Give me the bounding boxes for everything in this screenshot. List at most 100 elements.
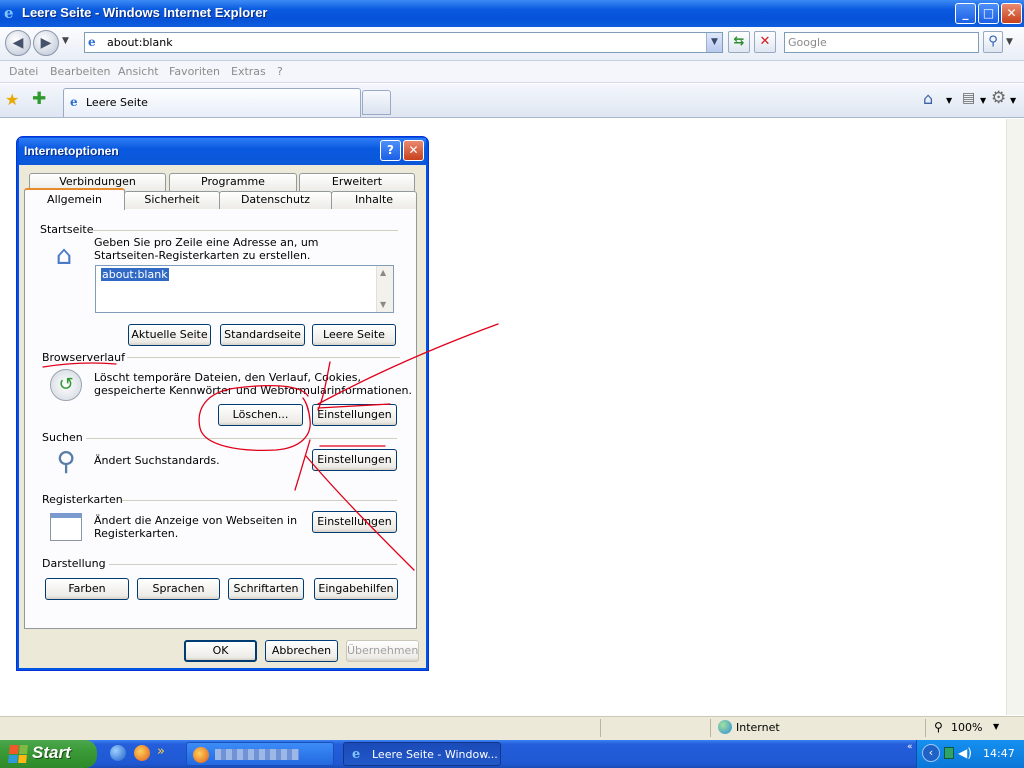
taskbar-button-ie[interactable]: e Leere Seite - Window...: [343, 742, 501, 766]
languages-button[interactable]: Sprachen: [137, 578, 220, 600]
back-arrow-icon: ◀: [12, 35, 24, 51]
tab-sicherheit[interactable]: Sicherheit: [124, 191, 220, 209]
status-divider: [925, 719, 926, 737]
search-options-icon[interactable]: ▼: [1006, 37, 1013, 47]
menu-favoriten[interactable]: Favoriten: [169, 65, 220, 78]
favorites-star-icon[interactable]: ★: [5, 90, 19, 109]
scroll-up-icon[interactable]: ▲: [380, 268, 386, 277]
dialog-close-button[interactable]: ✕: [403, 140, 424, 161]
ie-icon: e: [352, 747, 361, 762]
address-value: about:blank: [107, 36, 173, 49]
startseite-heading: Startseite: [40, 223, 94, 236]
tray-volume-icon[interactable]: ◀): [958, 746, 972, 760]
registerkarten-heading: Registerkarten: [42, 493, 123, 506]
textarea-scrollbar[interactable]: ▲ ▼: [376, 266, 393, 312]
tab-allgemein[interactable]: Allgemein: [24, 188, 125, 210]
darstellung-heading: Darstellung: [42, 557, 106, 570]
maximize-button[interactable]: □: [978, 3, 999, 24]
add-favorite-icon[interactable]: ✚: [32, 89, 46, 109]
search-input[interactable]: Google: [784, 32, 979, 53]
fonts-button[interactable]: Schriftarten: [228, 578, 304, 600]
minimize-button[interactable]: _: [955, 3, 976, 24]
page-icon: e: [88, 35, 96, 49]
ie-page-icon: e: [70, 95, 78, 109]
tabs-settings-button[interactable]: Einstellungen: [312, 511, 397, 533]
stop-icon: ✕: [759, 34, 771, 49]
window-title: Leere Seite - Windows Internet Explorer: [22, 5, 268, 20]
cancel-button[interactable]: Abbrechen: [265, 640, 338, 662]
search-button[interactable]: ⚲: [983, 31, 1003, 53]
page-menu-icon[interactable]: ▤: [962, 90, 975, 106]
delete-history-button[interactable]: Löschen...: [218, 404, 303, 426]
start-label: Start: [32, 743, 71, 762]
tools-gear-icon[interactable]: ⚙: [991, 88, 1006, 108]
startseite-divider: [92, 230, 398, 231]
vertical-scrollbar[interactable]: [1006, 119, 1024, 715]
history-dropdown-icon[interactable]: ▼: [62, 36, 69, 46]
quicklaunch-expand-icon[interactable]: »: [157, 744, 165, 759]
history-clock-icon: ↺: [50, 369, 82, 401]
accessibility-button[interactable]: Eingabehilfen: [314, 578, 398, 600]
address-field[interactable]: e about:blank ▼: [84, 32, 723, 53]
firefox-icon: [193, 747, 209, 763]
refresh-button[interactable]: ⇆: [728, 31, 750, 53]
pixelated-title: [215, 749, 299, 760]
tools-dropdown-icon[interactable]: ▼: [1010, 96, 1016, 105]
home-dropdown-icon[interactable]: ▼: [946, 96, 952, 105]
blank-page-button[interactable]: Leere Seite: [312, 324, 396, 346]
page-dropdown-icon[interactable]: ▼: [980, 96, 986, 105]
zoom-dropdown-icon[interactable]: ▼: [993, 722, 999, 731]
suchen-divider: [86, 438, 397, 439]
search-settings-button[interactable]: Einstellungen: [312, 449, 397, 471]
tray-back-icon[interactable]: ‹: [922, 744, 940, 762]
tab-programme[interactable]: Programme: [169, 173, 297, 191]
ie-icon: e: [4, 4, 14, 22]
colors-button[interactable]: Farben: [45, 578, 129, 600]
quicklaunch-ie-icon[interactable]: [110, 745, 126, 761]
tabs-window-icon: [50, 513, 82, 541]
menu-bearbeiten[interactable]: Bearbeiten: [50, 65, 110, 78]
dialog-title: Internetoptionen: [24, 144, 119, 158]
status-divider: [600, 719, 601, 737]
registerkarten-desc-2: Registerkarten.: [94, 527, 179, 540]
browserverlauf-desc-1: Löscht temporäre Dateien, den Verlauf, C…: [94, 371, 361, 384]
current-page-button[interactable]: Aktuelle Seite: [128, 324, 211, 346]
home-icon[interactable]: ⌂: [923, 89, 933, 108]
status-divider: [710, 719, 711, 737]
scroll-down-icon[interactable]: ▼: [380, 300, 386, 309]
tab-datenschutz[interactable]: Datenschutz: [219, 191, 332, 209]
history-settings-button[interactable]: Einstellungen: [312, 404, 397, 426]
tab-label: Leere Seite: [86, 96, 148, 109]
tray-network-icon[interactable]: [944, 747, 954, 759]
browserverlauf-heading: Browserverlauf: [42, 351, 126, 364]
menu-ansicht[interactable]: Ansicht: [118, 65, 159, 78]
zoom-magnifier-icon[interactable]: ⚲: [934, 720, 943, 734]
menu-extras[interactable]: Extras: [231, 65, 266, 78]
internet-zone-globe-icon: [718, 720, 732, 734]
tray-expand-icon[interactable]: «: [907, 742, 913, 752]
menu-datei[interactable]: Datei: [9, 65, 38, 78]
quicklaunch-firefox-icon[interactable]: [134, 745, 150, 761]
taskbar-button-firefox[interactable]: [186, 742, 334, 766]
startseite-desc-2: Startseiten-Registerkarten zu erstellen.: [94, 249, 311, 262]
search-placeholder: Google: [788, 36, 827, 49]
clock[interactable]: 14:47: [983, 747, 1015, 760]
back-button[interactable]: ◀: [5, 30, 31, 56]
apply-button: Übernehmen: [346, 640, 419, 662]
forward-button[interactable]: ▶: [33, 30, 59, 56]
darstellung-divider: [109, 564, 397, 565]
ok-button[interactable]: OK: [184, 640, 257, 662]
windows-flag-icon: [8, 745, 28, 763]
refresh-icon: ⇆: [733, 34, 745, 49]
dialog-help-button[interactable]: ?: [380, 140, 401, 161]
tab-erweitert[interactable]: Erweitert: [299, 173, 415, 191]
stop-button[interactable]: ✕: [754, 31, 776, 53]
tab-inhalte[interactable]: Inhalte: [331, 191, 417, 209]
new-tab-button[interactable]: [362, 90, 391, 115]
close-button[interactable]: ✕: [1001, 3, 1022, 24]
menu-help[interactable]: ?: [277, 65, 283, 78]
tab-leere-seite[interactable]: e Leere Seite: [63, 88, 361, 117]
default-page-button[interactable]: Standardseite: [220, 324, 305, 346]
address-dropdown-button[interactable]: ▼: [706, 33, 722, 52]
zoom-level[interactable]: 100%: [951, 721, 982, 734]
